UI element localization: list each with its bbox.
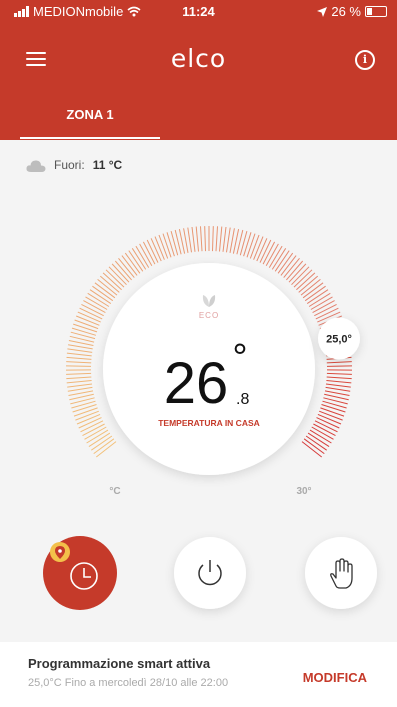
battery-indicator: 26 % — [317, 4, 387, 19]
active-tab-indicator — [20, 137, 160, 139]
location-arrow-icon — [317, 6, 328, 17]
program-title: Programmazione smart attiva — [28, 656, 211, 671]
thermostat-panel: Fuori: 11 °C ECO 26 ° .8 TEMPERATURA IN … — [0, 140, 397, 642]
location-pin-icon — [50, 542, 70, 562]
cloud-icon — [26, 159, 46, 172]
edit-program-button[interactable]: MODIFICA — [303, 670, 367, 685]
outside-label: Fuori: — [54, 158, 85, 172]
mode-off-button[interactable] — [174, 537, 246, 609]
setpoint-knob[interactable]: 25,0° — [318, 317, 360, 360]
outside-value: 11 °C — [92, 158, 123, 172]
scale-max-label: 30° — [296, 486, 311, 497]
app-bar: elco i ZONA 1 — [0, 22, 397, 140]
temperature-caption: TEMPERATURA IN CASA — [158, 418, 260, 428]
current-temperature-decimal: .8 — [236, 391, 249, 408]
brand-logo: elco — [170, 44, 227, 73]
program-subtitle: 25,0°C Fino a mercoledì 28/10 alle 22:00 — [28, 677, 229, 689]
battery-percent: 26 % — [331, 4, 361, 19]
current-temperature: 26 — [164, 351, 229, 416]
mode-schedule-button[interactable] — [43, 536, 117, 610]
eco-label: ECO — [199, 311, 219, 320]
battery-icon — [365, 6, 387, 17]
info-icon[interactable]: i — [355, 50, 375, 70]
thermostat-dial: ECO 26 ° .8 TEMPERATURA IN CASA °C 30° 2… — [43, 226, 377, 610]
program-status-bar: Programmazione smart attiva 25,0°C Fino … — [0, 642, 397, 707]
scale-min-label: °C — [109, 486, 120, 497]
degree-symbol: ° — [232, 337, 247, 379]
setpoint-value: 25,0° — [326, 334, 352, 346]
tab-zona-1[interactable]: ZONA 1 — [20, 98, 160, 138]
mode-manual-button[interactable] — [305, 537, 377, 609]
status-bar: MEDIONmobile 11:24 26 % — [0, 0, 397, 22]
outside-temperature: Fuori: 11 °C — [26, 158, 122, 172]
